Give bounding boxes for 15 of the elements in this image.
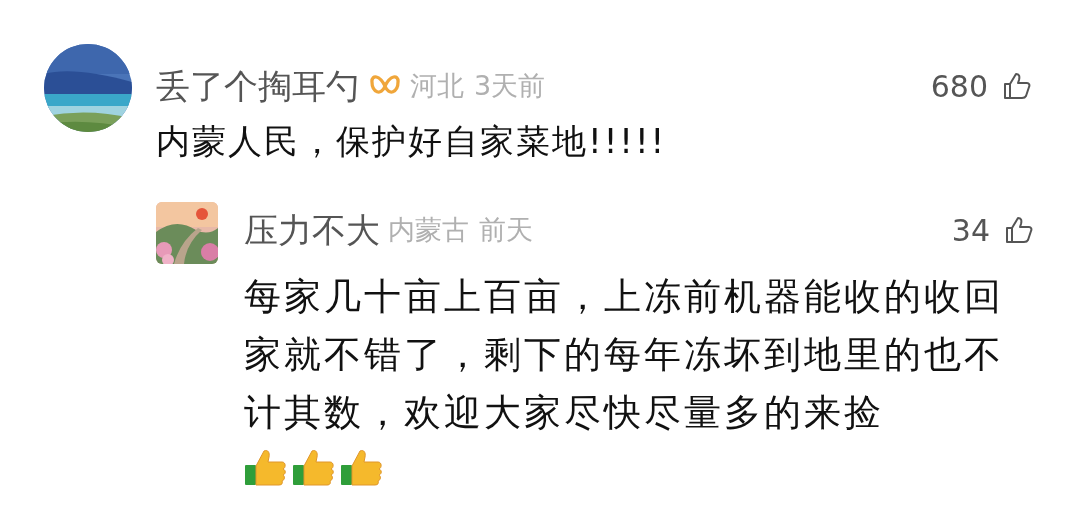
location: 河北 — [410, 68, 464, 103]
location: 内蒙古 — [388, 212, 469, 247]
thumbs-up-icon — [340, 447, 384, 487]
comment-text: 内蒙人民，保护好自家菜地!!!!! — [156, 120, 668, 163]
like-count: 680 — [930, 67, 988, 106]
timestamp: 前天 — [479, 212, 533, 247]
thumbs-up-icon — [244, 447, 288, 487]
like-count: 34 — [951, 211, 990, 250]
comment-text: 每家几十亩上百亩，上冻前机器能收的收回家就不错了，剩下的每年冻坏到地里的也不计其数，欢迎大家尽快尽量多的来捡 — [244, 274, 1005, 436]
username[interactable]: 压力不大 — [244, 204, 380, 256]
like-icon[interactable] — [1004, 215, 1034, 245]
thumbs-up-icon — [292, 447, 336, 487]
like-icon[interactable] — [1002, 71, 1032, 101]
username[interactable]: 丢了个掏耳勺 — [156, 60, 360, 112]
timestamp: 3天前 — [474, 68, 546, 103]
